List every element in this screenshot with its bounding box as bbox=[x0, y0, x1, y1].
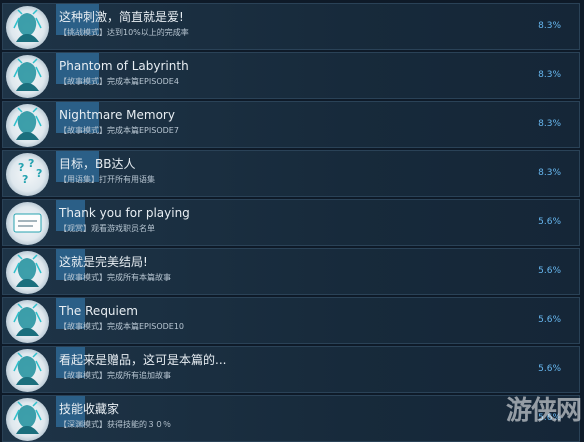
achievement-description: 【故事模式】完成所有追加故事 bbox=[59, 371, 171, 381]
character-portrait-icon bbox=[6, 398, 49, 441]
character-portrait-icon bbox=[6, 6, 49, 49]
achievement-category: 【故事模式】 bbox=[59, 322, 107, 331]
achievement-requirement: 完成本篇EPISODE10 bbox=[107, 322, 185, 331]
achievement-row[interactable]: Thank you for playing 【观赏】观看游戏职员名单 5.6% bbox=[2, 199, 580, 246]
achievement-requirement: 完成所有追加故事 bbox=[107, 371, 171, 380]
achievement-description: 【故事模式】完成本篇EPISODE7 bbox=[59, 126, 179, 136]
unlock-percent: 5.6% bbox=[538, 364, 561, 374]
achievement-row[interactable]: Phantom of Labyrinth 【故事模式】完成本篇EPISODE4 … bbox=[2, 52, 580, 99]
svg-text:?: ? bbox=[28, 157, 34, 170]
character-portrait-icon bbox=[6, 104, 49, 147]
unlock-percent: 5.6% bbox=[538, 315, 561, 325]
achievement-row[interactable]: 技能收藏家 【深渊模式】获得技能的３０％ 5.6% bbox=[2, 395, 580, 442]
achievement-description: 【故事模式】完成本篇EPISODE4 bbox=[59, 77, 179, 87]
achievement-description: 【观赏】观看游戏职员名单 bbox=[59, 224, 155, 234]
achievement-title: 看起来是赠品，这可是本篇的... bbox=[59, 353, 227, 367]
achievement-row[interactable]: 这种刺激，简直就是爱! 【挑战模式】达到10%以上的完成率 8.3% bbox=[2, 3, 580, 50]
unlock-percent: 5.6% bbox=[538, 217, 561, 227]
site-watermark: 游侠网 bbox=[506, 396, 582, 426]
achievement-title: 这就是完美结局! bbox=[59, 255, 148, 269]
achievement-category: 【观赏】 bbox=[59, 224, 91, 233]
achievement-title: Phantom of Labyrinth bbox=[59, 59, 189, 73]
svg-text:?: ? bbox=[22, 173, 28, 186]
achievement-description: 【深渊模式】获得技能的３０％ bbox=[59, 420, 171, 430]
achievement-description: 【挑战模式】达到10%以上的完成率 bbox=[59, 28, 189, 38]
achievement-category: 【故事模式】 bbox=[59, 77, 107, 86]
achievement-description: 【故事模式】完成本篇EPISODE10 bbox=[59, 322, 184, 332]
achievement-requirement: 观看游戏职员名单 bbox=[91, 224, 155, 233]
achievement-title: The Requiem bbox=[59, 304, 138, 318]
thank-you-note-icon bbox=[6, 202, 49, 245]
character-portrait-icon bbox=[6, 349, 49, 392]
achievement-description: 【故事模式】完成所有本篇故事 bbox=[59, 273, 171, 283]
unlock-percent: 8.3% bbox=[538, 70, 561, 80]
achievement-requirement: 达到10%以上的完成率 bbox=[107, 28, 189, 37]
achievement-description: 【用语集】打开所有用语集 bbox=[59, 175, 155, 185]
achievement-requirement: 获得技能的３０％ bbox=[107, 420, 171, 429]
achievement-category: 【深渊模式】 bbox=[59, 420, 107, 429]
achievement-category: 【用语集】 bbox=[59, 175, 99, 184]
achievement-title: 技能收藏家 bbox=[59, 402, 120, 416]
unlock-percent: 8.3% bbox=[538, 119, 561, 129]
achievement-title: Thank you for playing bbox=[59, 206, 190, 220]
achievement-row[interactable]: 看起来是赠品，这可是本篇的... 【故事模式】完成所有追加故事 5.6% bbox=[2, 346, 580, 393]
question-marks-icon: ???? bbox=[6, 153, 49, 196]
unlock-percent: 8.3% bbox=[538, 168, 561, 178]
unlock-percent: 5.6% bbox=[538, 266, 561, 276]
achievement-row[interactable]: 这就是完美结局! 【故事模式】完成所有本篇故事 5.6% bbox=[2, 248, 580, 295]
achievement-requirement: 打开所有用语集 bbox=[99, 175, 155, 184]
achievement-requirement: 完成本篇EPISODE7 bbox=[107, 126, 179, 135]
character-portrait-icon bbox=[6, 55, 49, 98]
achievement-title: 目标，BB达人 bbox=[59, 157, 136, 171]
achievement-row[interactable]: The Requiem 【故事模式】完成本篇EPISODE10 5.6% bbox=[2, 297, 580, 344]
achievement-category: 【故事模式】 bbox=[59, 371, 107, 380]
svg-text:?: ? bbox=[36, 167, 42, 180]
achievement-row[interactable]: Nightmare Memory 【故事模式】完成本篇EPISODE7 8.3% bbox=[2, 101, 580, 148]
achievement-row[interactable]: ???? 目标，BB达人 【用语集】打开所有用语集 8.3% bbox=[2, 150, 580, 197]
achievement-title: Nightmare Memory bbox=[59, 108, 175, 122]
achievement-category: 【挑战模式】 bbox=[59, 28, 107, 37]
character-portrait-icon bbox=[6, 300, 49, 343]
achievement-title: 这种刺激，简直就是爱! bbox=[59, 10, 184, 24]
achievement-category: 【故事模式】 bbox=[59, 273, 107, 282]
character-portrait-icon bbox=[6, 251, 49, 294]
achievement-category: 【故事模式】 bbox=[59, 126, 107, 135]
achievement-requirement: 完成本篇EPISODE4 bbox=[107, 77, 179, 86]
achievement-list: 这种刺激，简直就是爱! 【挑战模式】达到10%以上的完成率 8.3% Phant… bbox=[0, 0, 584, 442]
unlock-percent: 8.3% bbox=[538, 21, 561, 31]
achievement-requirement: 完成所有本篇故事 bbox=[107, 273, 171, 282]
